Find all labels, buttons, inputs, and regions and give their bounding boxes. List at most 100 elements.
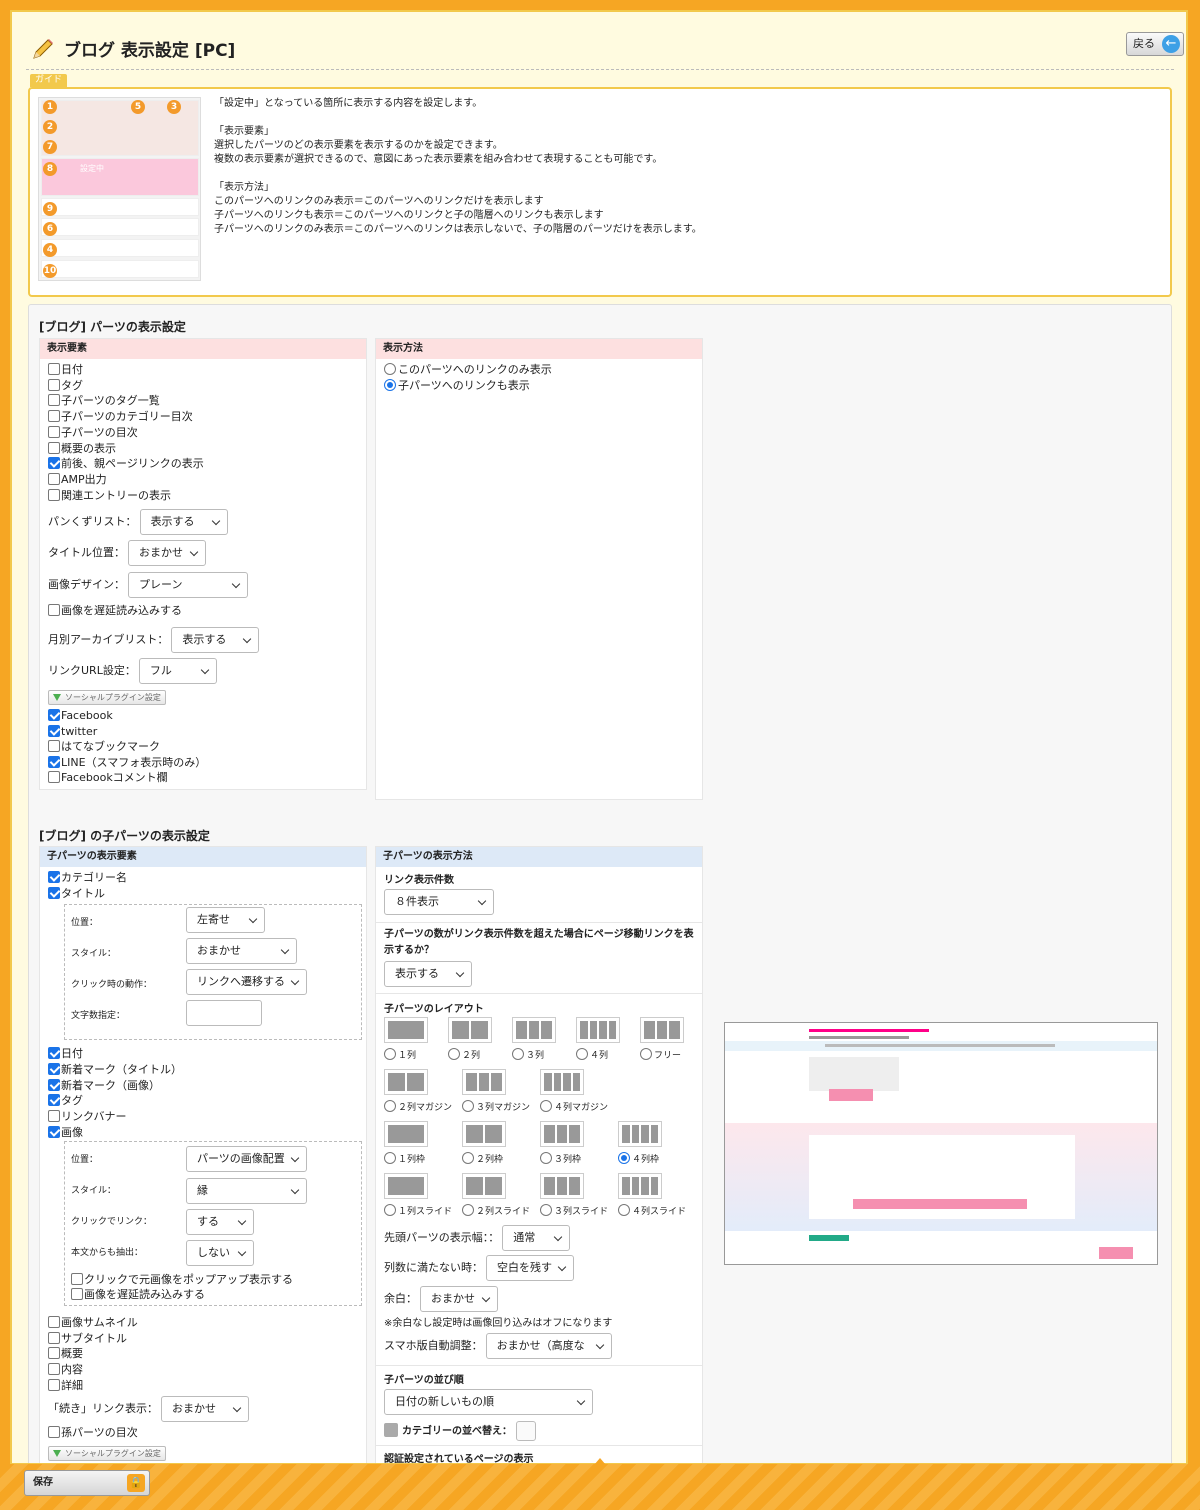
layout-col (388, 1073, 405, 1091)
child-extra-checkbox[interactable] (48, 1363, 60, 1376)
guide-box: 設定中 1 5 3 2 7 8 9 6 4 10 「設定中」となっている箇所に表… (28, 87, 1172, 297)
layout-icon[interactable] (512, 1017, 556, 1043)
social-checkbox[interactable] (48, 724, 60, 737)
child-element-checkbox[interactable] (48, 1062, 60, 1075)
image-pos-select[interactable]: パーツの画像配置 (186, 1146, 307, 1172)
image-style-select[interactable]: 縁 (186, 1178, 307, 1204)
layout-radio[interactable] (618, 1152, 630, 1164)
layout-radio[interactable] (384, 1048, 396, 1060)
child-element-checkbox[interactable] (48, 1047, 60, 1059)
method-radio[interactable] (384, 363, 396, 375)
grandchild-checkbox[interactable] (48, 1426, 60, 1438)
link-url-select[interactable]: フル (138, 658, 217, 684)
parts-element-checkbox[interactable] (48, 457, 60, 470)
layout-radio[interactable] (384, 1100, 396, 1112)
parts-element-checkbox[interactable] (48, 488, 60, 501)
method-label: このパーツへのリンクのみ表示 (398, 363, 552, 376)
layout-radio[interactable] (540, 1204, 552, 1216)
layout-radio[interactable] (576, 1048, 588, 1060)
sort-button[interactable] (516, 1421, 536, 1441)
layout-icon[interactable] (448, 1017, 492, 1043)
cat-name-checkbox[interactable] (48, 871, 60, 883)
monthly-select[interactable]: 表示する (171, 627, 260, 653)
paging-select[interactable]: 表示する (384, 961, 472, 987)
breadcrumb-select[interactable]: 表示する (139, 509, 228, 535)
popup-checkbox[interactable] (71, 1273, 83, 1285)
back-button[interactable]: 戻る ← (1126, 32, 1184, 56)
parts-element-checkbox[interactable] (48, 394, 60, 407)
title-checkbox[interactable] (48, 887, 60, 899)
layout-icon[interactable] (462, 1173, 506, 1199)
layout-icon[interactable] (384, 1069, 428, 1095)
layout-col (569, 1177, 581, 1195)
method-radio[interactable] (384, 379, 396, 391)
social-checkbox[interactable] (48, 771, 60, 783)
child-element-checkbox[interactable] (48, 1110, 60, 1123)
save-button[interactable]: 保存 🔒 (24, 1470, 150, 1496)
char-limit-input[interactable] (186, 1000, 262, 1026)
layout-col (644, 1021, 655, 1039)
layout-icon[interactable] (384, 1121, 428, 1147)
extract-select[interactable]: しない (186, 1240, 254, 1266)
image-lazy-checkbox[interactable] (71, 1288, 83, 1300)
image-design-select[interactable]: プレーン (128, 572, 248, 598)
parts-element-checkbox[interactable] (48, 472, 60, 485)
parts-element-checkbox[interactable] (48, 378, 60, 391)
child-extra-checkbox[interactable] (48, 1378, 60, 1391)
layout-icon[interactable] (540, 1121, 584, 1147)
auth-head: 認証設定されているページの表示 (384, 1454, 534, 1465)
child-social-plugin-button[interactable]: ソーシャルプラグイン設定 (48, 1446, 166, 1461)
layout-col (589, 1021, 597, 1039)
parts-element-checkbox[interactable] (48, 410, 60, 423)
layout-col (669, 1021, 681, 1039)
grandchild-label: 孫パーツの目次 (61, 1426, 138, 1439)
layout-icon[interactable] (384, 1017, 428, 1043)
social-plugin-button[interactable]: ソーシャルプラグイン設定 (48, 690, 166, 705)
layout-icon[interactable] (462, 1121, 506, 1147)
layout-icon[interactable] (384, 1173, 428, 1199)
layout-icon[interactable] (540, 1173, 584, 1199)
first-width-select[interactable]: 通常 (502, 1225, 571, 1251)
child-extra-checkbox[interactable] (48, 1316, 60, 1328)
order-select[interactable]: 日付の新しいもの順 (384, 1389, 593, 1415)
layout-icon[interactable] (618, 1121, 662, 1147)
continue-select[interactable]: おまかせ (161, 1396, 249, 1422)
lazy-load-checkbox[interactable] (48, 604, 60, 616)
layout-radio[interactable] (448, 1048, 460, 1060)
child-extra-checkbox[interactable] (48, 1347, 60, 1360)
title-pos-select[interactable]: おまかせ (128, 540, 206, 566)
title-pos-opt-select[interactable]: 左寄せ (186, 907, 265, 933)
layout-radio[interactable] (462, 1204, 474, 1216)
layout-radio[interactable] (540, 1100, 552, 1112)
child-element-checkbox[interactable] (48, 1094, 60, 1107)
layout-icon[interactable] (462, 1069, 506, 1095)
layout-icon[interactable] (618, 1173, 662, 1199)
layout-radio[interactable] (384, 1152, 396, 1164)
parts-element-checkbox[interactable] (48, 441, 60, 454)
title-style-select[interactable]: おまかせ (186, 938, 297, 964)
layout-radio[interactable] (462, 1152, 474, 1164)
social-checkbox[interactable] (48, 740, 60, 752)
layout-icon[interactable] (540, 1069, 584, 1095)
child-extra-checkbox[interactable] (48, 1331, 60, 1344)
image-link-select[interactable]: する (186, 1209, 254, 1235)
margin-select[interactable]: おまかせ (420, 1286, 498, 1312)
parts-element-checkbox[interactable] (48, 363, 60, 375)
social-checkbox[interactable] (48, 709, 60, 721)
child-element-checkbox[interactable] (48, 1126, 60, 1138)
sp-adjust-select[interactable]: おまかせ（高度な (485, 1333, 612, 1359)
link-count-select[interactable]: ８件表示 (384, 889, 494, 915)
title-click-select[interactable]: リンクへ遷移する (186, 969, 307, 995)
short-cols-select[interactable]: 空白を残す (486, 1255, 574, 1281)
layout-radio[interactable] (640, 1048, 652, 1060)
layout-radio[interactable] (540, 1152, 552, 1164)
layout-radio[interactable] (384, 1204, 396, 1216)
layout-icon[interactable] (640, 1017, 684, 1043)
layout-icon[interactable] (576, 1017, 620, 1043)
social-checkbox[interactable] (48, 755, 60, 768)
layout-radio[interactable] (512, 1048, 524, 1060)
layout-radio[interactable] (462, 1100, 474, 1112)
child-element-checkbox[interactable] (48, 1078, 60, 1091)
layout-radio[interactable] (618, 1204, 630, 1216)
parts-element-checkbox[interactable] (48, 425, 60, 438)
